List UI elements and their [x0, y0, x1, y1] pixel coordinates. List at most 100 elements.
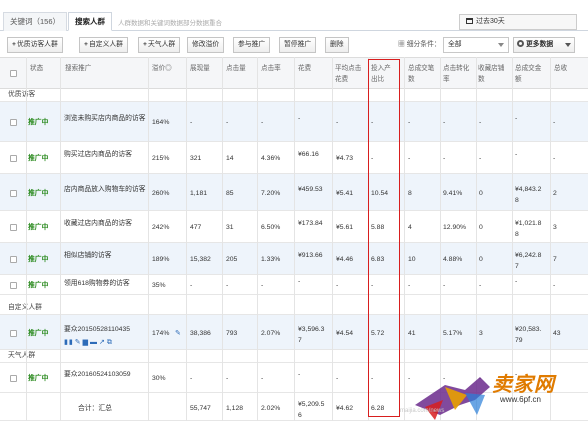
cell-fav: - — [479, 155, 482, 162]
col-fav2[interactable]: 总收 — [554, 63, 567, 74]
cell-ctr: 6.50% — [261, 224, 281, 231]
delete-icon[interactable]: ▆ — [83, 339, 89, 346]
col-clicks[interactable]: 点击量 — [226, 63, 246, 74]
cell-cvr: 5.17% — [443, 330, 463, 337]
col-cost[interactable]: 花费 — [298, 63, 311, 74]
col-fav[interactable]: 收藏店铺数 — [478, 63, 508, 85]
cell-orders: - — [408, 282, 411, 289]
col-cvr[interactable]: 点击转化率 — [443, 63, 471, 85]
row-checkbox[interactable] — [10, 256, 17, 263]
select-all-checkbox[interactable] — [10, 70, 17, 77]
column-divider — [257, 57, 258, 421]
cell-fav: 3 — [479, 330, 483, 337]
cell-name[interactable]: 浏览未购买店内商品的访客 — [64, 113, 146, 124]
cell-gmv: - — [515, 278, 518, 285]
cell-orders: 4 — [408, 224, 412, 231]
total-impr: 55,747 — [190, 405, 211, 412]
column-divider — [60, 57, 61, 421]
row-checkbox[interactable] — [10, 282, 17, 289]
row-action-icons: ▮▮✎▆▬↗⧉ — [64, 338, 114, 347]
cell-ctr: 4.36% — [261, 155, 281, 162]
cell-orders: 8 — [408, 190, 412, 197]
cell-cvr: 12.90% — [443, 224, 467, 231]
join-promotion-button[interactable]: 参与推广 — [233, 37, 271, 53]
cell-name[interactable]: 要众20160524103059 — [64, 369, 146, 380]
tab-keywords[interactable]: 关键词（156） — [3, 12, 68, 31]
cell-gmv: - — [515, 151, 518, 158]
row-checkbox[interactable] — [10, 330, 17, 337]
row-checkbox[interactable] — [10, 224, 17, 231]
cell-orders: - — [408, 119, 411, 126]
cell-status: 推广中 — [28, 282, 49, 289]
cell-ctr: 2.07% — [261, 330, 281, 337]
cell-impr: - — [190, 119, 193, 126]
cell-cpc: ¥4.54 — [336, 330, 354, 337]
cell-name[interactable]: 店内商品放入购物车的访客 — [64, 184, 146, 195]
cell-ctr: - — [261, 375, 264, 382]
cell-gmv: ¥20,583.79 — [515, 326, 542, 344]
col-orders[interactable]: 总成交笔数 — [408, 63, 438, 85]
column-divider — [294, 57, 295, 421]
add-weather-audience-button[interactable]: +天气人群 — [138, 37, 181, 53]
row-checkbox[interactable] — [10, 119, 17, 126]
chart-icon[interactable]: ▬ — [90, 339, 98, 346]
chevron-down-icon — [498, 43, 504, 47]
watermark-url: www.6pf.cn — [500, 395, 541, 404]
col-cpc[interactable]: 平均点击花费 — [335, 63, 365, 85]
column-divider — [26, 57, 27, 421]
cell-cost: - — [298, 115, 301, 122]
copy-icon[interactable]: ⧉ — [107, 339, 113, 346]
row-checkbox[interactable] — [10, 155, 17, 162]
date-range-label: 过去30天 — [476, 18, 505, 25]
cell-fav2: - — [553, 282, 556, 289]
column-divider — [186, 57, 187, 421]
cell-clicks: 205 — [226, 256, 238, 263]
cell-impr: 15,382 — [190, 256, 211, 263]
cell-fav: - — [479, 119, 482, 126]
cell-name[interactable]: 购买过店内商品的访客 — [64, 149, 146, 160]
row-checkbox[interactable] — [10, 375, 17, 382]
more-data-button[interactable]: 更多数据 — [513, 37, 575, 53]
cell-clicks: 85 — [226, 190, 234, 197]
cell-cost: ¥913.66 — [298, 252, 323, 259]
trend-icon[interactable]: ↗ — [99, 339, 106, 346]
cell-cpc: ¥5.61 — [336, 224, 354, 231]
cell-name[interactable]: 领用618购物券的访客 — [64, 278, 146, 289]
tab-audience[interactable]: 搜索人群 — [68, 12, 112, 31]
col-ctr[interactable]: 点击率 — [261, 63, 281, 74]
cell-clicks: 793 — [226, 330, 238, 337]
filter-select[interactable]: 全部 — [443, 37, 509, 53]
cell-premium: 35% — [152, 282, 166, 289]
pause-icon[interactable]: ▮▮ — [64, 339, 74, 346]
cell-name[interactable]: 收藏过店内商品的访客 — [64, 218, 146, 229]
cell-fav2: - — [553, 155, 556, 162]
column-divider — [332, 57, 333, 421]
row-checkbox[interactable] — [10, 190, 17, 197]
cell-orders: 41 — [408, 330, 416, 337]
cell-fav: 0 — [479, 190, 483, 197]
col-impressions[interactable]: 展现量 — [190, 63, 210, 74]
cell-cvr: - — [443, 119, 446, 126]
edit-icon[interactable]: ✎ — [75, 339, 82, 346]
date-range-button[interactable]: 过去30天 — [459, 14, 577, 30]
cell-gmv: ¥1,021.88 — [515, 220, 542, 238]
cell-clicks: 14 — [226, 155, 234, 162]
watermark-brand: 卖家网 — [492, 372, 555, 396]
cell-name[interactable]: 相似店铺的访客 — [64, 250, 146, 261]
delete-button[interactable]: 删除 — [325, 37, 349, 53]
cell-status: 推广中 — [28, 190, 49, 197]
add-quality-audience-button[interactable]: +优质访客人群 — [7, 37, 63, 53]
cell-name[interactable]: 要众20150528110435 — [64, 324, 146, 335]
roi-highlight-box — [368, 59, 400, 417]
edit-premium-icon[interactable]: ✎ — [175, 328, 181, 339]
modify-bid-button[interactable]: 修改溢价 — [187, 37, 225, 53]
pause-promotion-button[interactable]: 暂停推广 — [279, 37, 317, 53]
cell-fav2: 3 — [553, 224, 557, 231]
col-premium[interactable]: 溢价◎ — [152, 63, 172, 74]
add-custom-audience-button[interactable]: +自定义人群 — [79, 37, 128, 53]
cell-impr: 1,181 — [190, 190, 208, 197]
tab-bar: 关键词（156） 搜索人群 人群数据和关键词数据部分数据重合 过去30天 — [0, 0, 588, 31]
col-gmv[interactable]: 总成交金额 — [515, 63, 547, 85]
cell-status: 推广中 — [28, 256, 49, 263]
cell-cost: ¥3,596.37 — [298, 326, 325, 344]
